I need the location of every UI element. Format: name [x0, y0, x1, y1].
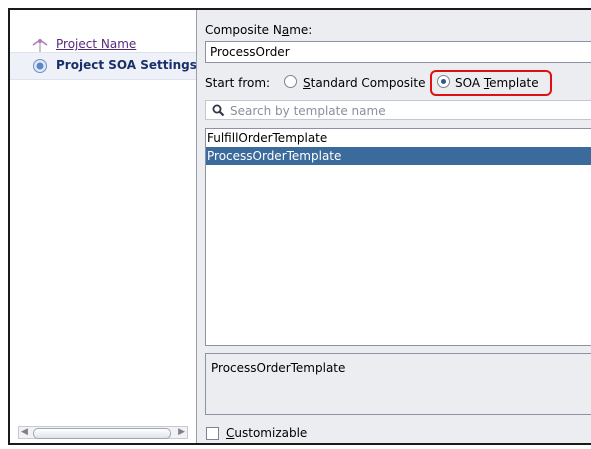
template-list[interactable]: FulfillOrderTemplate ProcessOrderTemplat… [205, 128, 591, 346]
settings-content: Composite Name: ProcessOrder Start from:… [205, 10, 591, 443]
dialog-frame: Project Name Project SOA Settings ◀ ▶ Co… [8, 8, 591, 445]
composite-name-input[interactable]: ProcessOrder [205, 41, 591, 63]
standard-composite-label[interactable]: Standard Composite [303, 76, 425, 90]
customizable-checkbox[interactable] [206, 427, 219, 440]
template-description: ProcessOrderTemplate [205, 353, 591, 415]
scroll-left-icon[interactable]: ◀ [21, 427, 28, 438]
nav-current-label: Project SOA Settings [56, 58, 196, 72]
list-item-fulfill-order-template[interactable]: FulfillOrderTemplate [206, 129, 591, 147]
start-from-label: Start from: [205, 76, 271, 90]
customizable-label[interactable]: Customizable [226, 426, 307, 440]
scrollbar-thumb[interactable] [33, 428, 171, 439]
search-icon [212, 104, 225, 117]
list-item-process-order-template[interactable]: ProcessOrderTemplate [206, 147, 591, 165]
current-step-icon [33, 59, 47, 73]
nav-link-label[interactable]: Project Name [56, 37, 136, 51]
wizard-nav-panel: Project Name Project SOA Settings ◀ ▶ [10, 10, 197, 443]
composite-name-label: Composite Name: [205, 23, 313, 37]
search-placeholder: Search by template name [230, 104, 386, 118]
scroll-right-icon[interactable]: ▶ [178, 427, 185, 438]
nav-horizontal-scrollbar[interactable]: ◀ ▶ [18, 426, 188, 439]
nav-item-project-soa-settings[interactable]: Project SOA Settings [10, 52, 196, 80]
standard-composite-radio[interactable] [284, 75, 297, 88]
template-search-field[interactable]: Search by template name [205, 100, 591, 120]
highlight-box [430, 70, 552, 96]
